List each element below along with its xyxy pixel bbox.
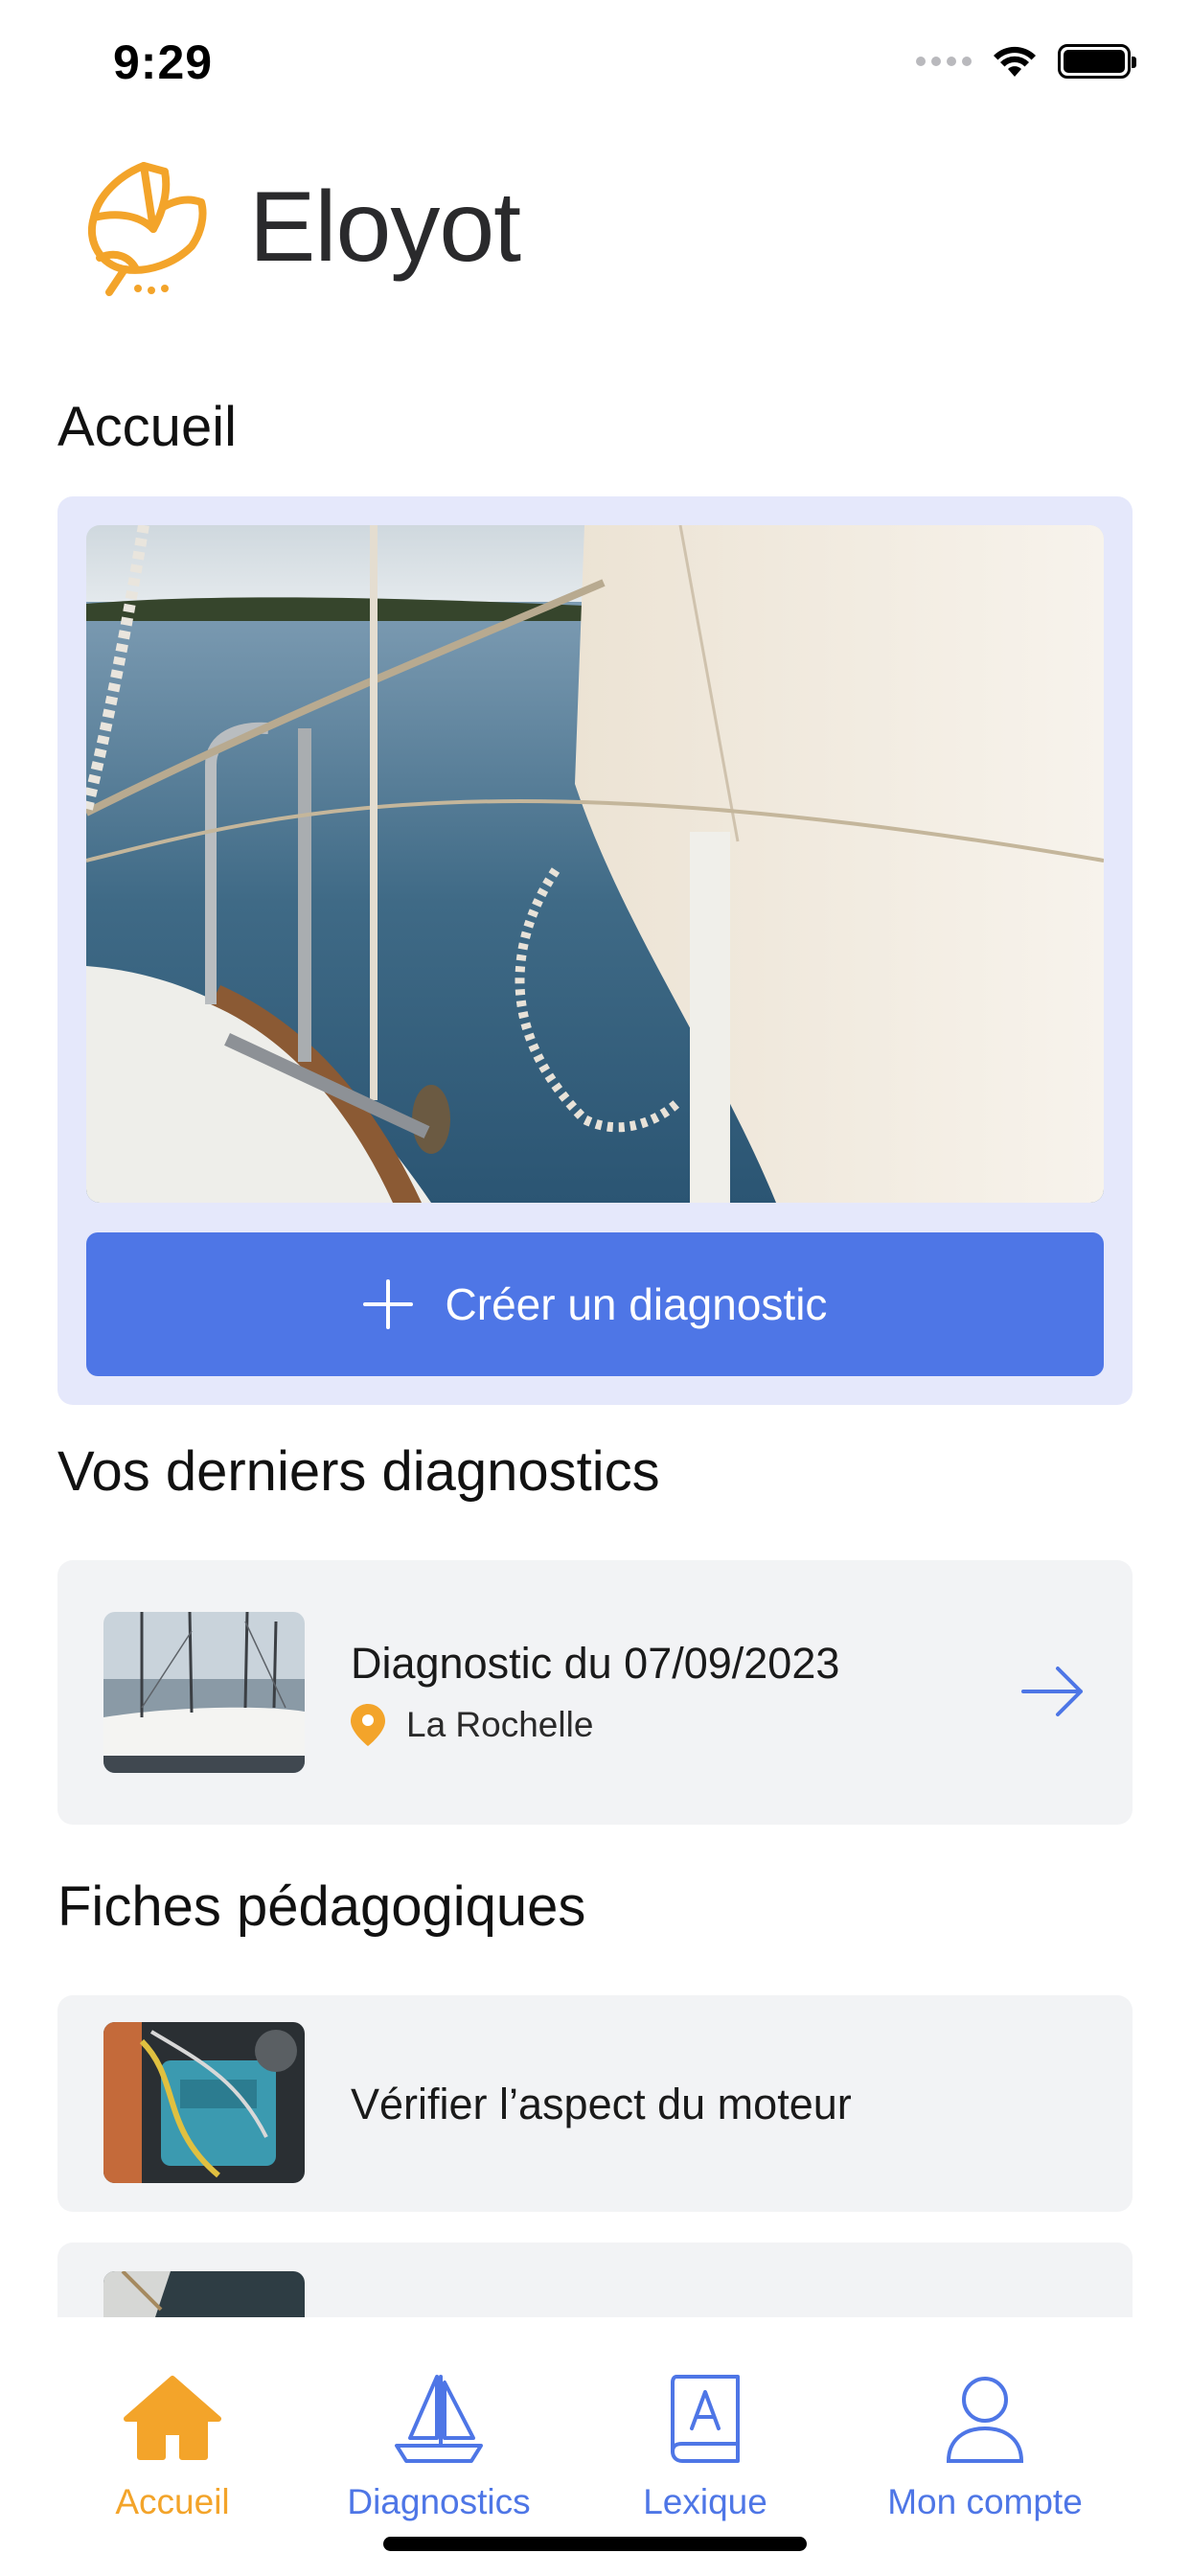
hero-card: Créer un diagnostic bbox=[57, 496, 1133, 1405]
user-icon bbox=[946, 2377, 1024, 2463]
wifi-icon bbox=[994, 46, 1036, 77]
status-time: 9:29 bbox=[113, 35, 214, 89]
create-diagnostic-button[interactable]: Créer un diagnostic bbox=[86, 1232, 1104, 1376]
engine-thumbnail bbox=[103, 2022, 305, 2183]
home-indicator bbox=[383, 2537, 807, 2551]
tab-label: Mon compte bbox=[887, 2482, 1083, 2521]
tab-label: Diagnostics bbox=[347, 2482, 531, 2521]
sailboat-icon bbox=[395, 2375, 483, 2463]
section-title-fiches: Fiches pédagogiques bbox=[57, 1875, 586, 1938]
app-title: Eloyot bbox=[249, 171, 521, 283]
section-title-recent-diagnostics: Vos derniers diagnostics bbox=[57, 1440, 660, 1503]
status-icons bbox=[916, 44, 1136, 79]
book-icon bbox=[671, 2375, 740, 2463]
create-diagnostic-label: Créer un diagnostic bbox=[445, 1279, 828, 1329]
location-label: La Rochelle bbox=[406, 1705, 594, 1744]
map-pin-icon bbox=[351, 1704, 385, 1746]
app-header: Eloyot bbox=[80, 158, 521, 296]
fiche-title: Vérifier l’aspect du moteur bbox=[351, 2080, 852, 2128]
marina-thumbnail bbox=[103, 1612, 305, 1773]
arrow-right-icon[interactable] bbox=[1021, 1666, 1085, 1717]
tab-diagnostics[interactable]: Diagnostics bbox=[305, 2369, 573, 2522]
tab-label: Accueil bbox=[115, 2482, 230, 2521]
diagnostic-card[interactable]: Diagnostic du 07/09/2023 La Rochelle bbox=[57, 1560, 1133, 1825]
fiche-card[interactable]: Vérifier l’aspect du moteur bbox=[57, 1995, 1133, 2212]
home-screen: 9:29 Eloyot Accueil Créer un diagnostic … bbox=[0, 0, 1190, 2576]
cellular-signal-icon bbox=[916, 57, 972, 66]
tab-lexique[interactable]: Lexique bbox=[571, 2369, 839, 2522]
battery-icon bbox=[1058, 44, 1136, 79]
tab-label: Lexique bbox=[643, 2482, 767, 2521]
tab-mon-compte[interactable]: Mon compte bbox=[851, 2369, 1119, 2522]
home-icon bbox=[124, 2376, 221, 2460]
tab-accueil[interactable]: Accueil bbox=[38, 2369, 307, 2522]
diagnostic-location: La Rochelle bbox=[351, 1704, 593, 1746]
status-bar: 9:29 bbox=[0, 0, 1190, 134]
sailboat-hero-image bbox=[86, 525, 1104, 1203]
plus-icon bbox=[362, 1279, 413, 1329]
section-title-home: Accueil bbox=[57, 396, 237, 458]
paper-boat-logo-icon bbox=[88, 162, 207, 296]
diagnostic-title: Diagnostic du 07/09/2023 bbox=[351, 1639, 840, 1688]
